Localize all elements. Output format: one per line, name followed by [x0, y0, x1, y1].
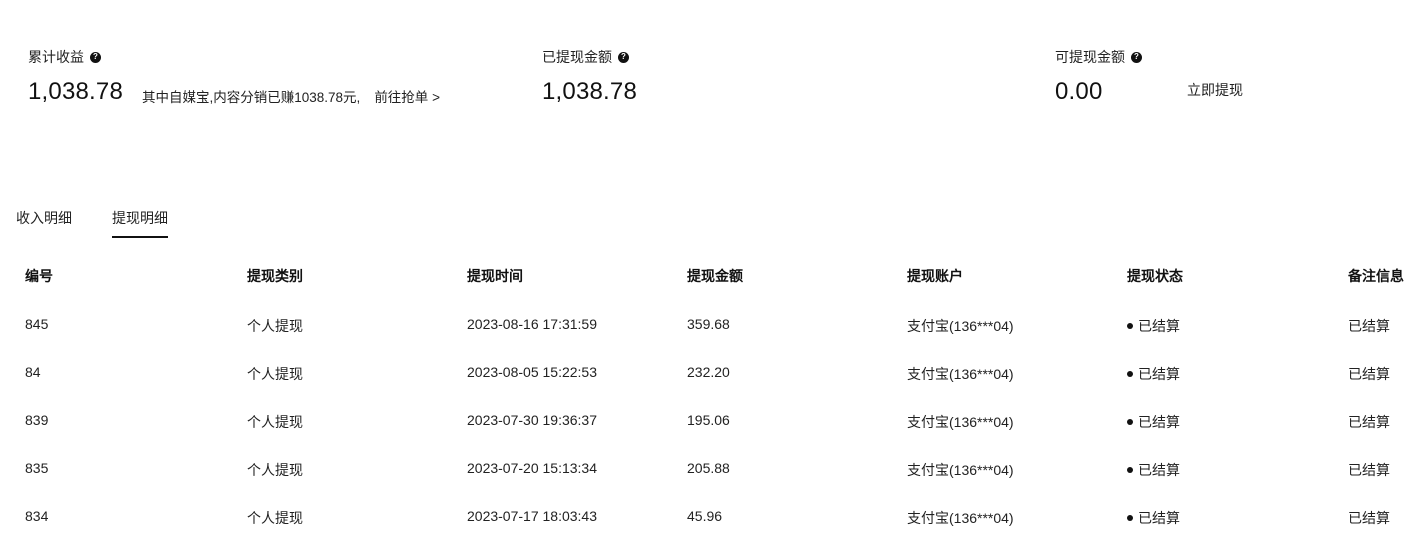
- detail-tabs: 收入明细 提现明细: [16, 208, 168, 238]
- cell-account: 支付宝(136***04): [907, 510, 1014, 526]
- status-dot-icon: [1127, 371, 1133, 378]
- cell-id: 845: [25, 316, 49, 332]
- total-earnings-label-row: 累计收益 ?: [28, 48, 123, 66]
- cell-amount: 232.20: [687, 364, 730, 380]
- cell-id: 834: [25, 508, 49, 524]
- available-label-row: 可提现金额 ?: [1055, 48, 1142, 66]
- status-text: 已结算: [1138, 414, 1180, 430]
- cell-status: 已结算: [1127, 364, 1180, 384]
- cell-amount: 205.88: [687, 460, 730, 476]
- earnings-note: 其中自媒宝,内容分销已赚1038.78元, 前往抢单 >: [142, 86, 440, 106]
- cell-status: 已结算: [1127, 316, 1180, 336]
- cell-account: 支付宝(136***04): [907, 318, 1014, 334]
- column-header-time: 提现时间: [467, 268, 523, 284]
- cell-status: 已结算: [1127, 412, 1180, 432]
- earnings-note-text: 其中自媒宝,内容分销已赚1038.78元,: [142, 90, 361, 105]
- question-circle-icon[interactable]: ?: [90, 51, 101, 63]
- cell-id: 839: [25, 412, 49, 428]
- cell-id: 835: [25, 460, 49, 476]
- withdrawn-label-row: 已提现金额 ?: [542, 48, 637, 66]
- column-header-type: 提现类别: [247, 268, 303, 284]
- cell-status: 已结算: [1127, 508, 1180, 528]
- column-header-remark: 备注信息: [1348, 268, 1404, 284]
- cell-time: 2023-07-17 18:03:43: [467, 508, 597, 524]
- cell-type: 个人提现: [247, 510, 303, 526]
- status-dot-icon: [1127, 515, 1133, 522]
- status-text: 已结算: [1138, 318, 1180, 334]
- cell-id: 84: [25, 364, 41, 380]
- table-row: 845 个人提现 2023-08-16 17:31:59 359.68 支付宝(…: [0, 316, 1416, 364]
- status-text: 已结算: [1138, 510, 1180, 526]
- withdrawn-label: 已提现金额: [542, 49, 612, 65]
- table-header: 编号 提现类别 提现时间 提现金额 提现账户 提现状态 备注信息: [0, 266, 1416, 284]
- total-earnings-value: 1,038.78: [28, 78, 124, 105]
- cell-remark: 已结算: [1348, 318, 1390, 334]
- cell-remark: 已结算: [1348, 366, 1390, 382]
- column-header-amount: 提现金额: [687, 268, 743, 284]
- cell-amount: 45.96: [687, 508, 723, 524]
- column-header-status: 提现状态: [1127, 268, 1183, 284]
- table-row: 834 个人提现 2023-07-17 18:03:43 45.96 支付宝(1…: [0, 508, 1416, 556]
- withdrawn-value: 1,038.78: [542, 78, 638, 105]
- table-row: 839 个人提现 2023-07-30 19:36:37 195.06 支付宝(…: [0, 412, 1416, 460]
- status-dot-icon: [1127, 323, 1133, 330]
- total-earnings-stat: 累计收益 ? 1,038.78: [28, 48, 123, 106]
- question-circle-icon[interactable]: ?: [618, 51, 629, 63]
- status-dot-icon: [1127, 419, 1133, 426]
- status-text: 已结算: [1138, 366, 1180, 382]
- cell-account: 支付宝(136***04): [907, 414, 1014, 430]
- available-value: 0.00: [1055, 78, 1103, 105]
- withdrawn-amount-stat: 已提现金额 ? 1,038.78: [542, 48, 637, 106]
- cell-account: 支付宝(136***04): [907, 366, 1014, 382]
- cell-amount: 359.68: [687, 316, 730, 332]
- table-row: 84 个人提现 2023-08-05 15:22:53 232.20 支付宝(1…: [0, 364, 1416, 412]
- cell-remark: 已结算: [1348, 462, 1390, 478]
- cell-status: 已结算: [1127, 460, 1180, 480]
- earnings-page: 累计收益 ? 1,038.78 其中自媒宝,内容分销已赚1038.78元, 前往…: [0, 0, 1416, 559]
- cell-type: 个人提现: [247, 414, 303, 430]
- total-earnings-label: 累计收益: [28, 49, 84, 65]
- column-header-account: 提现账户: [907, 268, 963, 284]
- question-circle-icon[interactable]: ?: [1131, 51, 1142, 63]
- tab-withdraw-detail[interactable]: 提现明细: [112, 208, 168, 238]
- status-text: 已结算: [1138, 462, 1180, 478]
- cell-amount: 195.06: [687, 412, 730, 428]
- cell-time: 2023-07-30 19:36:37: [467, 412, 597, 428]
- cell-type: 个人提现: [247, 366, 303, 382]
- cell-time: 2023-08-05 15:22:53: [467, 364, 597, 380]
- cell-time: 2023-07-20 15:13:34: [467, 460, 597, 476]
- column-header-id: 编号: [25, 268, 53, 284]
- cell-remark: 已结算: [1348, 510, 1390, 526]
- tab-income-detail[interactable]: 收入明细: [16, 208, 72, 238]
- status-dot-icon: [1127, 467, 1133, 474]
- table-row: 835 个人提现 2023-07-20 15:13:34 205.88 支付宝(…: [0, 460, 1416, 508]
- grab-orders-link[interactable]: 前往抢单 >: [374, 86, 440, 106]
- cell-remark: 已结算: [1348, 414, 1390, 430]
- available-amount-stat: 可提现金额 ? 0.00: [1055, 48, 1142, 106]
- cell-type: 个人提现: [247, 318, 303, 334]
- withdraw-now-button[interactable]: 立即提现: [1187, 80, 1243, 100]
- cell-account: 支付宝(136***04): [907, 462, 1014, 478]
- cell-time: 2023-08-16 17:31:59: [467, 316, 597, 332]
- available-label: 可提现金额: [1055, 49, 1125, 65]
- cell-type: 个人提现: [247, 462, 303, 478]
- withdraw-table: 编号 提现类别 提现时间 提现金额 提现账户 提现状态 备注信息 845 个人提…: [0, 266, 1416, 526]
